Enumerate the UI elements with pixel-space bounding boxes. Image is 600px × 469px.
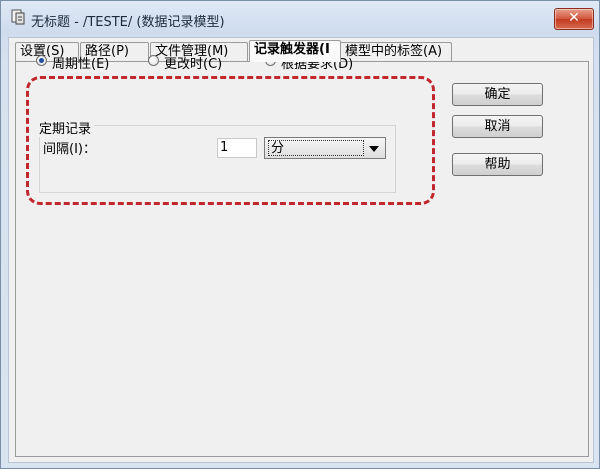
interval-unit-select[interactable]: 分 <box>264 137 386 159</box>
chevron-down-icon[interactable] <box>369 146 379 152</box>
tab-tags-in-model[interactable]: 模型中的标签(A) <box>340 42 452 61</box>
dialog-window: 无标题 - /TESTE/ (数据记录模型) ✕ 设置(S) 路径(P) 文件管… <box>0 0 600 469</box>
radio-periodic-label: 周期性(E) <box>52 57 110 72</box>
interval-label: 间隔(I)： <box>43 142 96 157</box>
periodic-group-title: 定期记录 <box>39 118 95 137</box>
window-title: 无标题 - /TESTE/ (数据记录模型) <box>31 15 225 30</box>
ok-button[interactable]: 确定 <box>452 83 543 106</box>
radio-on-change-label: 更改时(C) <box>164 57 223 72</box>
interval-unit-value: 分 <box>268 140 364 156</box>
interval-input[interactable]: 1 <box>217 138 257 158</box>
radio-button-selected[interactable] <box>36 55 47 66</box>
help-button[interactable]: 帮助 <box>452 153 543 176</box>
radio-button[interactable] <box>148 55 159 66</box>
title-bar: 无标题 - /TESTE/ (数据记录模型) ✕ <box>1 1 599 37</box>
app-icon <box>11 9 25 25</box>
close-icon: ✕ <box>568 10 580 26</box>
tab-record-trigger[interactable]: 记录触发器(I <box>249 40 341 62</box>
close-button[interactable]: ✕ <box>554 8 594 30</box>
cancel-button[interactable]: 取消 <box>452 115 543 138</box>
